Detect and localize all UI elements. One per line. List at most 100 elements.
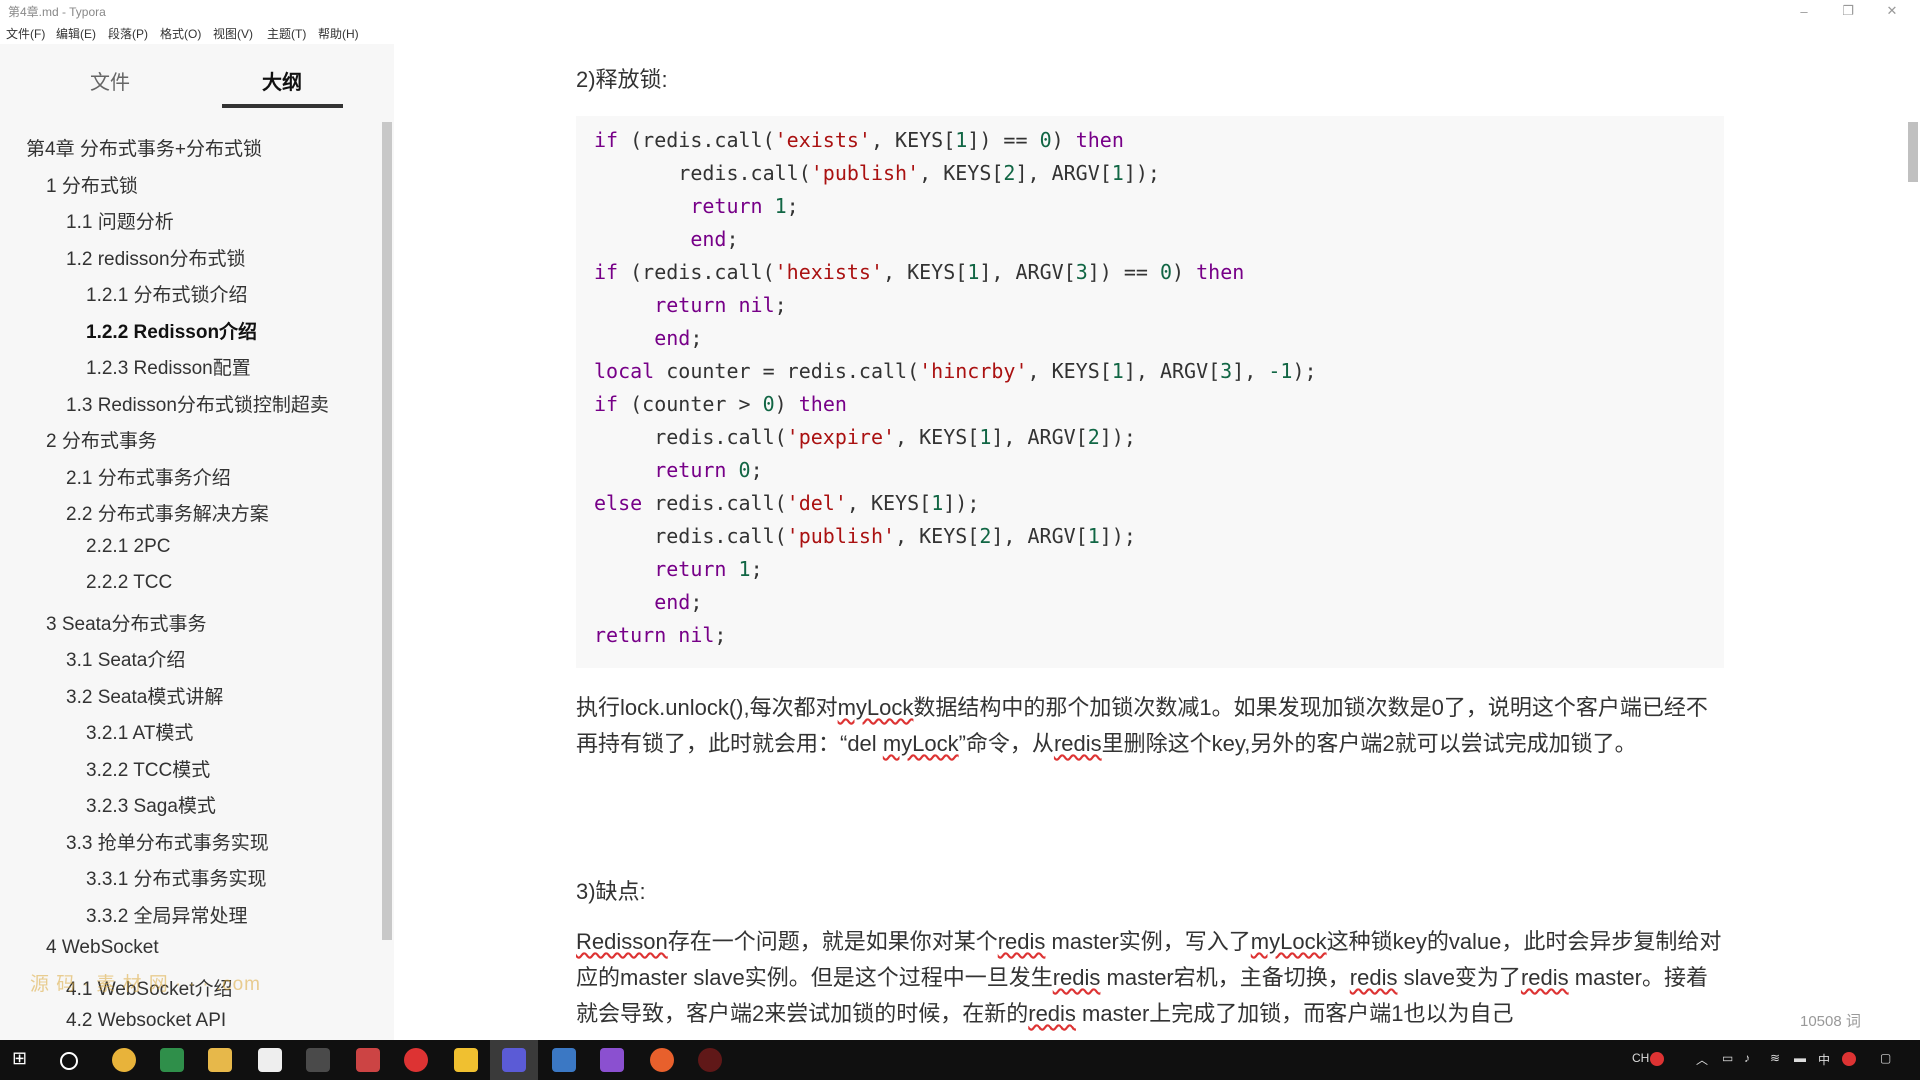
menu-help[interactable]: 帮助(H) xyxy=(318,25,359,42)
intellij-icon[interactable] xyxy=(502,1048,526,1072)
code-token: ]); xyxy=(943,491,980,515)
outline-item[interactable]: 2.1 分布式事务介绍 xyxy=(66,463,231,490)
typora-icon[interactable] xyxy=(258,1048,282,1072)
menu-theme[interactable]: 主题(T) xyxy=(267,25,306,42)
outline-item[interactable]: 1.3 Redisson分布式锁控制超卖 xyxy=(66,390,329,417)
menu-edit[interactable]: 编辑(E) xyxy=(56,25,96,42)
code-token: ], ARGV[ xyxy=(991,524,1088,548)
outline-item[interactable]: 3.2 Seata模式讲解 xyxy=(66,682,223,709)
code-token: nil xyxy=(738,293,775,317)
word-count[interactable]: 10508 词 xyxy=(1800,1010,1861,1031)
outline-item[interactable]: 4 WebSocket xyxy=(46,937,159,959)
menu-paragraph[interactable]: 段落(P) xyxy=(108,25,148,42)
close-icon[interactable]: ✕ xyxy=(1870,0,1914,22)
sidebar-scrollbar[interactable] xyxy=(382,122,392,940)
outline-item[interactable]: 3.3 抢单分布式事务实现 xyxy=(66,828,269,855)
code-token: ) xyxy=(1051,128,1076,152)
menu-bar: 文件(F) 编辑(E) 段落(P) 格式(O) 视图(V) 主题(T) 帮助(H… xyxy=(0,22,1920,44)
code-token: 1 xyxy=(1087,524,1100,548)
menu-file[interactable]: 文件(F) xyxy=(6,25,45,42)
code-token: 'publish' xyxy=(786,524,896,548)
minimize-icon[interactable]: – xyxy=(1782,0,1826,22)
code-token: 1 xyxy=(955,128,968,152)
spellcheck-word: redis xyxy=(997,929,1046,954)
app-icon[interactable] xyxy=(356,1048,380,1072)
editor-area[interactable]: 2)释放锁: if (redis.call('exists', KEYS[1])… xyxy=(394,44,1920,1040)
code-token: end xyxy=(654,326,691,350)
tray-input-indicator[interactable]: CH xyxy=(1632,1051,1649,1065)
code-line: else redis.call('del', KEYS[1]); xyxy=(594,491,979,515)
code-token: 1 xyxy=(1111,359,1124,383)
code-token: (redis.call( xyxy=(618,128,775,152)
search-icon[interactable] xyxy=(60,1052,78,1070)
code-token: , KEYS[ xyxy=(1027,359,1112,383)
code-block[interactable]: if (redis.call('exists', KEYS[1]) == 0) … xyxy=(576,116,1724,668)
menu-format[interactable]: 格式(O) xyxy=(160,25,201,42)
app-icon[interactable] xyxy=(698,1048,722,1072)
sogou-icon[interactable] xyxy=(1650,1052,1664,1066)
tab-files[interactable]: 文件 xyxy=(50,66,170,95)
code-token: redis.call( xyxy=(594,524,787,548)
app-icon[interactable] xyxy=(454,1048,478,1072)
app-icon[interactable] xyxy=(650,1048,674,1072)
code-token: 'hexists' xyxy=(774,260,884,284)
terminal-icon[interactable] xyxy=(306,1048,330,1072)
code-token: 2 xyxy=(1087,425,1100,449)
tab-outline[interactable]: 大纲 xyxy=(222,66,342,95)
wifi-icon[interactable]: ≋ xyxy=(1770,1051,1780,1065)
menu-view[interactable]: 视图(V) xyxy=(213,25,253,42)
outline-item[interactable]: 2.2.1 2PC xyxy=(86,536,171,558)
outline-item[interactable]: 1.2 redisson分布式锁 xyxy=(66,244,246,271)
outline-item[interactable]: 第4章 分布式事务+分布式锁 xyxy=(26,134,262,161)
code-token: 'publish' xyxy=(810,161,920,185)
code-line: if (counter > 0) then xyxy=(594,392,847,416)
outline-item[interactable]: 3.2.1 AT模式 xyxy=(86,718,193,745)
volume-icon[interactable]: ♪ xyxy=(1744,1051,1750,1065)
outline-item[interactable]: 1.2.1 分布式锁介绍 xyxy=(86,280,248,307)
code-token: counter = redis.call( xyxy=(654,359,920,383)
app-icon[interactable] xyxy=(552,1048,576,1072)
app-icon[interactable] xyxy=(600,1048,624,1072)
code-token: , KEYS[ xyxy=(883,260,968,284)
code-token: 1 xyxy=(979,425,992,449)
outline-item[interactable]: 4.2 Websocket API xyxy=(66,1010,226,1032)
outline-item[interactable]: 3.3.2 全局异常处理 xyxy=(86,901,248,928)
chevron-up-icon[interactable]: ︿ xyxy=(1696,1051,1708,1068)
outline-item[interactable]: 3.2.2 TCC模式 xyxy=(86,755,210,782)
outline-item[interactable]: 3.2.3 Saga模式 xyxy=(86,791,216,818)
outline-item[interactable]: 3 Seata分布式事务 xyxy=(46,609,207,636)
code-token: 'pexpire' xyxy=(786,425,896,449)
ime-language[interactable]: 中 xyxy=(1818,1051,1830,1068)
spellcheck-word: redis xyxy=(1520,965,1569,990)
code-token: ], xyxy=(1232,359,1269,383)
outline-item[interactable]: 1.2.2 Redisson介绍 xyxy=(86,317,257,344)
outline-item[interactable]: 2.2 分布式事务解决方案 xyxy=(66,499,269,526)
restore-icon[interactable]: ❐ xyxy=(1826,0,1870,22)
code-line: if (redis.call('hexists', KEYS[1], ARGV[… xyxy=(594,260,1244,284)
notification-icon[interactable]: ▢ xyxy=(1880,1051,1891,1065)
chrome-icon[interactable] xyxy=(112,1048,136,1072)
windows-start-icon[interactable]: ⊞ xyxy=(12,1048,36,1072)
code-token: 3 xyxy=(1075,260,1088,284)
code-token: 'hincrby' xyxy=(919,359,1028,383)
code-token: 0 xyxy=(762,392,775,416)
app-icon[interactable] xyxy=(160,1048,184,1072)
battery-icon[interactable]: ▬ xyxy=(1794,1051,1806,1065)
editor-scrollbar[interactable] xyxy=(1908,122,1918,182)
outline-item[interactable]: 1.1 问题分析 xyxy=(66,207,174,234)
outline-item[interactable]: 2 分布式事务 xyxy=(46,426,157,453)
outline-item[interactable]: 3.1 Seata介绍 xyxy=(66,645,185,672)
outline-item[interactable]: 1.2.3 Redisson配置 xyxy=(86,353,251,380)
outline-item[interactable]: 2.2.2 TCC xyxy=(86,572,172,594)
network-icon[interactable]: ▭ xyxy=(1722,1051,1733,1065)
code-line: return nil; xyxy=(594,623,726,647)
folder-icon[interactable] xyxy=(208,1048,232,1072)
outline-item[interactable]: 1 分布式锁 xyxy=(46,171,138,198)
sogou-icon[interactable] xyxy=(1842,1052,1856,1066)
outline-item[interactable]: 3.3.1 分布式事务实现 xyxy=(86,864,267,891)
app-icon[interactable] xyxy=(404,1048,428,1072)
